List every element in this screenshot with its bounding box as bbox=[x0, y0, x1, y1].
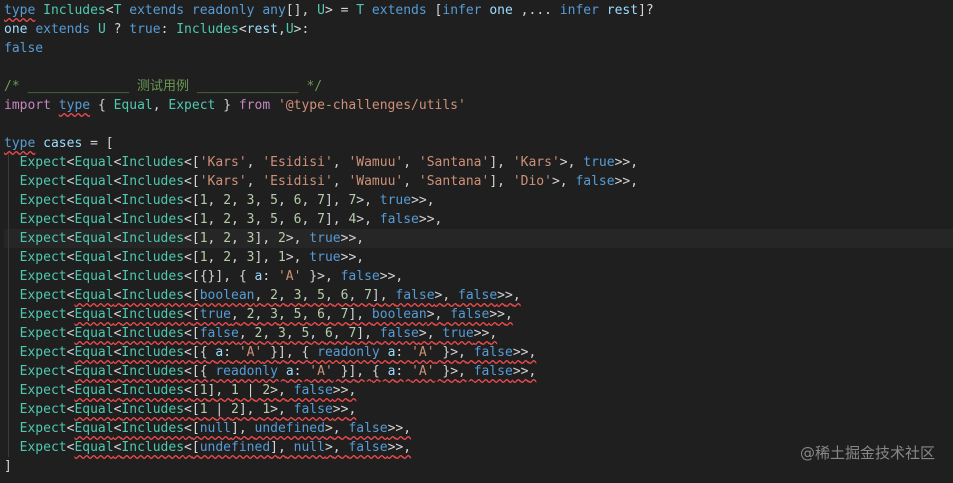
code-line[interactable]: import type { Equal, Expect } from '@typ… bbox=[4, 96, 953, 115]
code-editor[interactable]: type Includes<T extends readonly any[], … bbox=[0, 0, 953, 483]
watermark-label: @稀土掘金技术社区 bbox=[799, 444, 935, 462]
code-line[interactable]: Expect<Equal<Includes<[{ readonly a: 'A'… bbox=[4, 362, 953, 381]
code-line[interactable]: Expect<Equal<Includes<[1], 1 | 2>, false… bbox=[4, 381, 953, 400]
code-line[interactable]: Expect<Equal<Includes<['Kars', 'Esidisi'… bbox=[4, 153, 953, 172]
code-line[interactable]: Expect<Equal<Includes<[1, 2, 3, 5, 6, 7]… bbox=[4, 191, 953, 210]
code-line[interactable]: Expect<Equal<Includes<[boolean, 2, 3, 5,… bbox=[4, 286, 953, 305]
code-line[interactable] bbox=[4, 58, 953, 77]
code-line[interactable]: Expect<Equal<Includes<[1 | 2], 1>, false… bbox=[4, 400, 953, 419]
code-line[interactable]: /* _____________ 测试用例 _____________ */ bbox=[4, 77, 953, 96]
code-line[interactable]: type Includes<T extends readonly any[], … bbox=[4, 1, 953, 20]
code-line[interactable]: Expect<Equal<Includes<['Kars', 'Esidisi'… bbox=[4, 172, 953, 191]
code-line[interactable]: Expect<Equal<Includes<[{}], { a: 'A' }>,… bbox=[4, 267, 953, 286]
code-line[interactable]: false bbox=[4, 39, 953, 58]
code-line[interactable]: Expect<Equal<Includes<[true, 2, 3, 5, 6,… bbox=[4, 305, 953, 324]
code-line[interactable] bbox=[4, 115, 953, 134]
code-line[interactable]: Expect<Equal<Includes<[{ a: 'A' }], { re… bbox=[4, 343, 953, 362]
code-line[interactable]: type cases = [ bbox=[4, 134, 953, 153]
code-line[interactable]: Expect<Equal<Includes<[null], undefined>… bbox=[4, 419, 953, 438]
code-line[interactable]: one extends U ? true: Includes<rest,U>: bbox=[4, 20, 953, 39]
code-line[interactable]: Expect<Equal<Includes<[1, 2, 3, 5, 6, 7]… bbox=[4, 210, 953, 229]
code-line-current[interactable]: Expect<Equal<Includes<[1, 2, 3], 2>, tru… bbox=[4, 229, 953, 248]
code-line[interactable]: Expect<Equal<Includes<[1, 2, 3], 1>, tru… bbox=[4, 248, 953, 267]
code-line[interactable]: Expect<Equal<Includes<[false, 2, 3, 5, 6… bbox=[4, 324, 953, 343]
